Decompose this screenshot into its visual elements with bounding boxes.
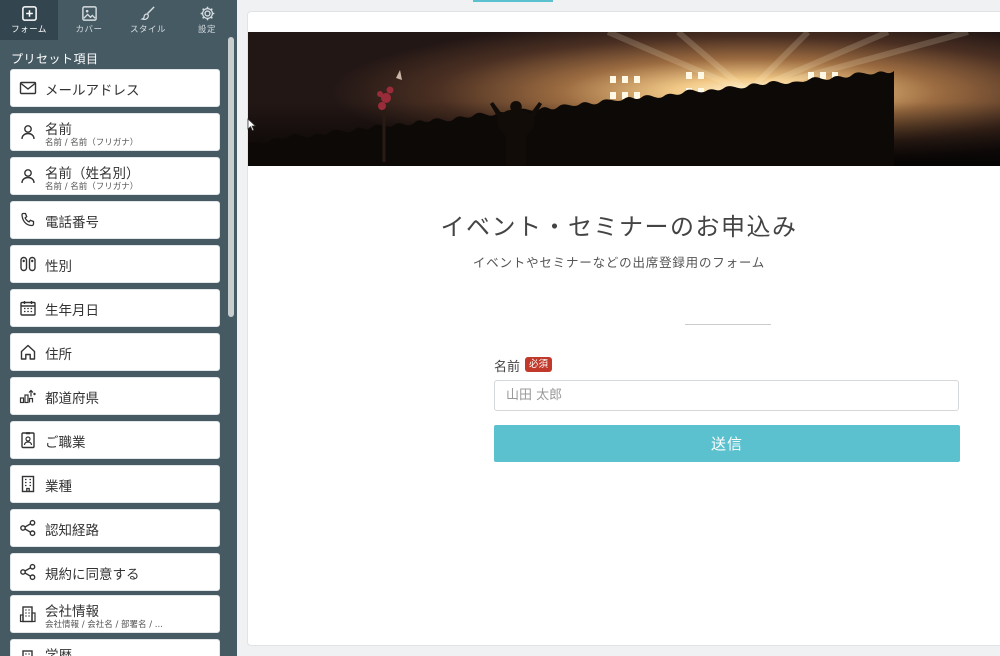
name-input[interactable] xyxy=(494,380,959,411)
preset-item-label: 名前 xyxy=(45,122,72,138)
tab-settings-label: 設定 xyxy=(197,25,216,35)
preset-item-name[interactable]: 名前 名前 / 名前（フリガナ） xyxy=(10,113,220,151)
submit-button[interactable]: 送信 xyxy=(494,425,960,462)
sidebar: フォーム カバー スタイル 設定 プリセット項目 メールアドレス 名前 名前 /… xyxy=(0,0,237,656)
preset-item-channel[interactable]: 認知経路 xyxy=(10,509,220,547)
tab-form[interactable]: フォーム xyxy=(0,0,58,40)
top-indicator xyxy=(473,0,553,2)
preset-item-label: 性別 xyxy=(45,259,72,275)
preset-item-address[interactable]: 住所 xyxy=(10,333,220,371)
preset-item-education[interactable]: 学歴 xyxy=(10,639,220,656)
mouse-cursor-icon xyxy=(247,118,257,132)
preset-item-industry[interactable]: 業種 xyxy=(10,465,220,503)
preset-item-label: 生年月日 xyxy=(45,303,99,319)
preset-item-sublabel: 会社情報 / 会社名 / 部署名 / ... xyxy=(45,620,163,630)
calendar-icon xyxy=(19,299,37,317)
divider xyxy=(685,324,771,325)
preset-item-label: 会社情報 xyxy=(45,604,99,620)
preset-item-label: 学歴 xyxy=(45,648,72,656)
preset-item-gender[interactable]: 性別 xyxy=(10,245,220,283)
preset-item-phone[interactable]: 電話番号 xyxy=(10,201,220,239)
tab-settings[interactable]: 設定 xyxy=(178,0,236,40)
form-title: イベント・セミナーのお申込み xyxy=(440,213,798,241)
plus-square-icon xyxy=(21,6,37,21)
share-icon xyxy=(19,519,37,537)
preset-item-label: 電話番号 xyxy=(45,215,99,231)
preset-item-label: 規約に同意する xyxy=(45,567,140,583)
preset-item-sublabel: 名前 / 名前（フリガナ） xyxy=(45,138,139,148)
sidebar-tabs: フォーム カバー スタイル 設定 xyxy=(0,0,237,40)
building-icon xyxy=(19,475,37,493)
tab-form-label: フォーム xyxy=(11,25,47,35)
gender-icon xyxy=(19,255,37,273)
tab-style[interactable]: スタイル xyxy=(119,0,177,40)
phone-icon xyxy=(19,211,37,229)
form-description: イベントやセミナーなどの出席登録用のフォーム xyxy=(472,255,766,270)
preset-item-email[interactable]: メールアドレス xyxy=(10,69,220,107)
preset-item-prefecture[interactable]: 都道府県 xyxy=(10,377,220,415)
preset-heading: プリセット項目 xyxy=(11,52,99,66)
gear-icon xyxy=(200,6,214,21)
company-icon xyxy=(19,605,37,623)
preset-item-name-split[interactable]: 名前（姓名別） 名前 / 名前（フリガナ） xyxy=(10,157,220,195)
id-badge-icon xyxy=(19,431,37,449)
preset-item-agree-terms[interactable]: 規約に同意する xyxy=(10,553,220,591)
cover-image xyxy=(248,32,1000,166)
preset-item-label: ご職業 xyxy=(45,435,86,451)
map-icon xyxy=(19,387,37,405)
tab-style-label: スタイル xyxy=(129,25,166,35)
required-badge: 必須 xyxy=(525,357,553,372)
preset-item-label: 名前（姓名別） xyxy=(45,166,140,182)
share-icon xyxy=(19,563,37,581)
tab-cover-label: カバー xyxy=(75,25,103,35)
name-field-label: 名前 xyxy=(494,360,521,375)
home-icon xyxy=(19,343,37,361)
education-icon xyxy=(19,649,37,656)
preset-item-sublabel: 名前 / 名前（フリガナ） xyxy=(45,182,139,192)
image-icon xyxy=(81,6,97,21)
tab-cover[interactable]: カバー xyxy=(60,0,118,40)
preset-item-company[interactable]: 会社情報 会社情報 / 会社名 / 部署名 / ... xyxy=(10,595,220,633)
sidebar-scrollbar[interactable] xyxy=(228,37,234,317)
preset-item-birthday[interactable]: 生年月日 xyxy=(10,289,220,327)
brush-icon xyxy=(139,6,155,21)
preset-item-label: 都道府県 xyxy=(45,391,99,407)
form-preview: イベント・セミナーのお申込み イベントやセミナーなどの出席登録用のフォーム 名前… xyxy=(247,11,1000,646)
preset-item-occupation[interactable]: ご職業 xyxy=(10,421,220,459)
mail-icon xyxy=(19,79,37,97)
preset-item-label: メールアドレス xyxy=(45,83,140,99)
preset-item-label: 認知経路 xyxy=(45,523,99,539)
preset-item-label: 業種 xyxy=(45,479,72,495)
person-icon xyxy=(19,167,37,185)
person-icon xyxy=(19,123,37,141)
preset-item-label: 住所 xyxy=(45,347,72,363)
